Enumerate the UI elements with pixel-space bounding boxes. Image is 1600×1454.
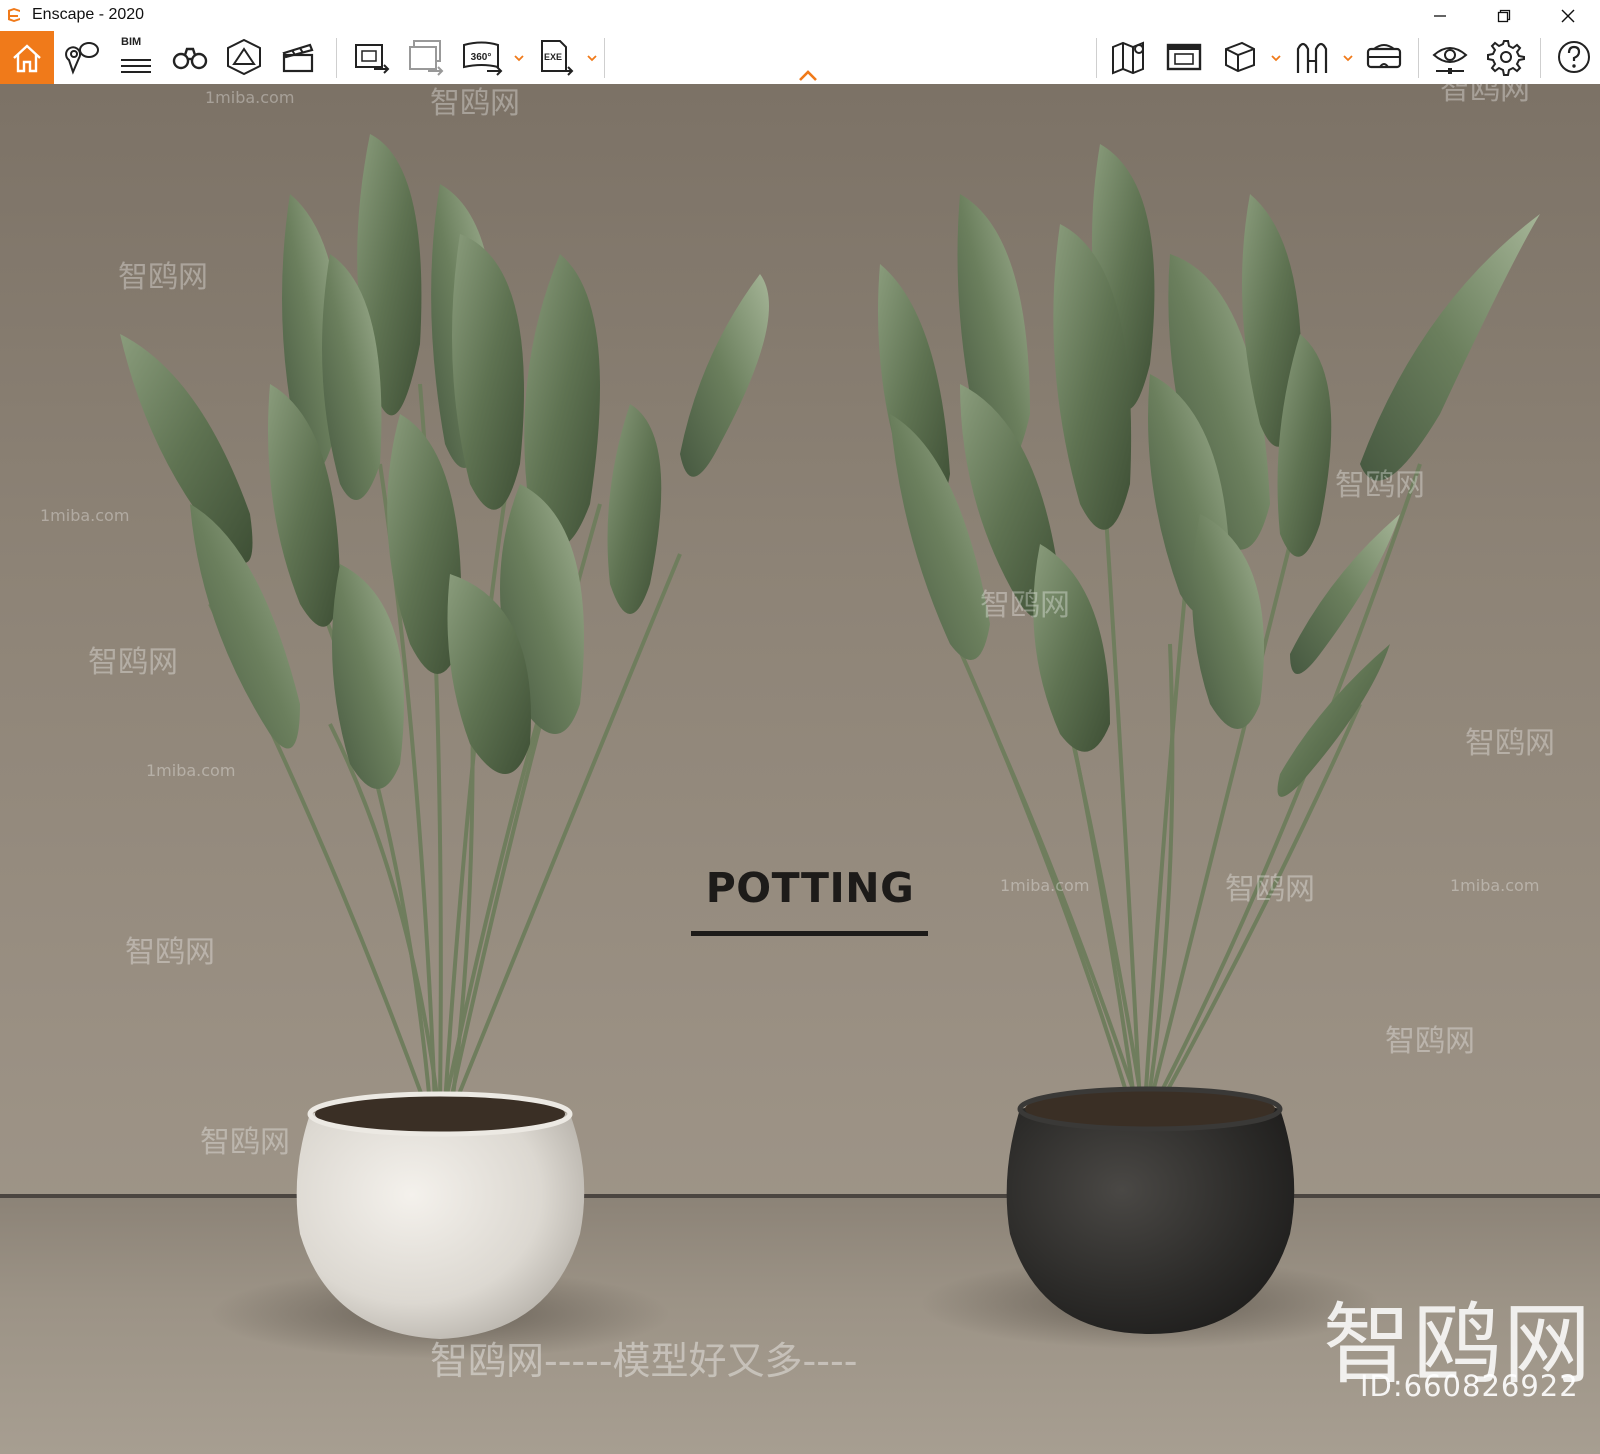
watermark-id: ID:660826922 — [1360, 1369, 1579, 1403]
asset-library-icon — [1296, 42, 1328, 73]
potting-label: POTTING — [705, 864, 915, 912]
batch-render-button[interactable] — [404, 35, 448, 79]
views-button[interactable] — [60, 35, 104, 79]
exe-export-icon: EXE — [541, 40, 574, 76]
restore-icon — [1497, 9, 1511, 22]
watermark-brand: 智鸥网 — [125, 935, 215, 970]
toolbar-separator — [336, 38, 337, 78]
plant-scene — [120, 134, 1540, 1359]
right-plant-leaves — [878, 144, 1540, 797]
screenshot-export-button[interactable] — [350, 35, 394, 79]
atmosphere-button[interactable] — [222, 35, 266, 79]
toolbar-separator — [1096, 38, 1097, 78]
vr-headset-button[interactable] — [1362, 35, 1406, 79]
map-icon — [1112, 41, 1144, 75]
video-clapper-icon — [282, 43, 314, 73]
enscape-toolbar: BIM 360° EXE — [0, 31, 1600, 85]
chevron-down-icon[interactable] — [513, 53, 525, 63]
map-button[interactable] — [1107, 35, 1151, 79]
minimize-button[interactable] — [1417, 0, 1463, 31]
watermark-brand: 智鸥网 — [1465, 726, 1555, 761]
help-icon — [1558, 41, 1590, 73]
title-bar: Enscape - 2020 — [0, 0, 1600, 31]
enscape-logo-icon — [8, 8, 20, 22]
close-button[interactable] — [1545, 0, 1591, 31]
watermark-brand: 智鸥网 — [980, 588, 1070, 623]
watermark-brand: 智鸥网 — [1440, 84, 1530, 107]
watermark-site: 1miba.com — [146, 761, 236, 780]
screenshot-icon — [1166, 43, 1202, 71]
potting-label-underline — [691, 931, 928, 936]
visual-settings-icon — [1432, 47, 1468, 74]
screenshot-export-icon — [355, 44, 390, 74]
binoculars-icon — [172, 47, 208, 70]
left-plant-leaves — [120, 134, 769, 789]
watermark-brand: 智鸥网 — [1385, 1024, 1475, 1059]
visual-settings-button[interactable] — [1428, 35, 1472, 79]
exe-label: EXE — [544, 52, 562, 62]
window-title: Enscape - 2020 — [32, 6, 145, 23]
watermark-brand: 智鸥网 — [118, 260, 208, 295]
toolbar-separator — [1540, 38, 1541, 78]
panorama-label: 360° — [471, 52, 492, 63]
home-button[interactable] — [0, 31, 54, 84]
panorama-button[interactable]: 360° — [460, 35, 504, 79]
batch-render-icon — [409, 40, 444, 76]
watermark-slogan: 智鸥网-----模型好又多---- — [430, 1339, 858, 1383]
video-editor-button[interactable] — [276, 35, 320, 79]
settings-button[interactable] — [1484, 35, 1528, 79]
watermark-brand: 智鸥网 — [88, 645, 178, 680]
mountain-icon — [227, 38, 261, 76]
home-icon — [13, 43, 41, 72]
cube-icon — [1225, 41, 1255, 73]
watermark-brand: 智鸥网 — [430, 86, 520, 121]
views-icon — [65, 42, 99, 75]
bim-label: BIM — [121, 36, 142, 48]
help-button[interactable] — [1552, 35, 1596, 79]
panorama-360-icon: 360° — [463, 41, 503, 76]
watermark-brand: 智鸥网 — [1335, 468, 1425, 503]
asset-library-button[interactable] — [1290, 35, 1334, 79]
toolbar-separator — [604, 38, 605, 78]
restore-button[interactable] — [1481, 0, 1527, 31]
cube-view-button[interactable] — [1218, 35, 1262, 79]
chevron-down-icon[interactable] — [1270, 53, 1282, 63]
screenshot-button[interactable] — [1162, 35, 1206, 79]
render-viewport[interactable]: POTTING 1miba.com 智鸥网 智鸥网 智鸥网 1miba.com … — [0, 84, 1600, 1454]
collapse-toolbar-icon[interactable] — [797, 69, 819, 83]
chevron-down-icon[interactable] — [1342, 53, 1354, 63]
watermark-brand: 智鸥网 — [200, 1125, 290, 1160]
watermark-site: 1miba.com — [40, 506, 130, 525]
minimize-icon — [1434, 14, 1446, 17]
chevron-down-icon[interactable] — [586, 53, 598, 63]
watermark-brand: 智鸥网 — [1225, 872, 1315, 907]
vr-headset-icon — [1366, 44, 1402, 69]
black-pot — [1006, 1086, 1295, 1334]
exe-export-button[interactable]: EXE — [534, 35, 578, 79]
settings-gear-icon — [1487, 40, 1525, 76]
watermark-site: 1miba.com — [1000, 876, 1090, 895]
walk-mode-button[interactable] — [168, 35, 212, 79]
watermark-site: 1miba.com — [205, 88, 295, 107]
watermark-site: 1miba.com — [1450, 876, 1540, 895]
close-icon — [1561, 9, 1575, 22]
toolbar-separator — [1418, 38, 1419, 78]
